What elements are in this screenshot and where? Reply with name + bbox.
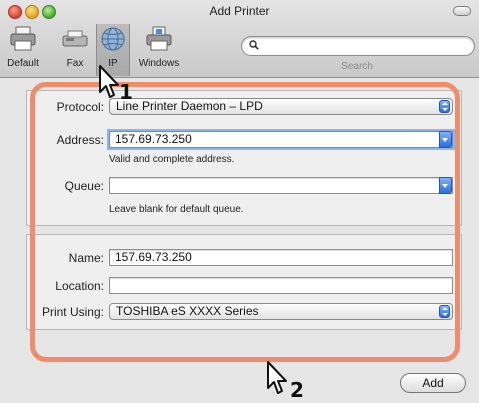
toolbar-windows[interactable]: Windows (134, 26, 184, 74)
toolbar-fax-label: Fax (66, 58, 84, 69)
search-caption: Search (341, 61, 373, 72)
queue-combo[interactable] (109, 177, 453, 194)
address-combo[interactable]: 157.69.73.250 (109, 131, 453, 148)
step-1-label: 1 (119, 80, 133, 104)
name-label: Name: (68, 251, 104, 265)
chevron-down-icon[interactable] (439, 177, 452, 194)
search-field[interactable] (241, 36, 475, 56)
default-printer-icon (9, 26, 37, 52)
protocol-popup[interactable]: Line Printer Daemon – LPD (109, 98, 453, 115)
print-using-popup[interactable]: TOSHIBA eS XXXX Series (109, 303, 453, 320)
name-field[interactable]: 157.69.73.250 (109, 249, 453, 266)
add-printer-window: Add Printer Default Fax IP Windows Searc… (0, 0, 479, 403)
toolbar-windows-label: Windows (138, 58, 180, 69)
address-label: Address: (56, 133, 104, 147)
popup-stepper-icon (439, 100, 450, 113)
fax-icon (61, 26, 89, 52)
print-using-label: Print Using: (41, 305, 104, 319)
print-using-value: TOSHIBA eS XXXX Series (116, 304, 259, 318)
toolbar-ip[interactable]: IP (96, 24, 130, 76)
windows-printer-icon (145, 26, 173, 52)
toolbar-toggle-button[interactable] (453, 6, 471, 16)
address-value: 157.69.73.250 (115, 132, 192, 146)
search-icon (249, 40, 259, 53)
name-value: 157.69.73.250 (115, 250, 192, 264)
toolbar-default-label: Default (7, 58, 39, 69)
protocol-label: Protocol: (56, 100, 104, 114)
add-button[interactable]: Add (400, 373, 466, 393)
chevron-down-icon[interactable] (439, 131, 452, 148)
ip-globe-icon (99, 26, 127, 52)
location-label: Location: (55, 279, 104, 293)
location-field[interactable] (109, 277, 453, 294)
window-title: Add Printer (209, 4, 270, 18)
title-toolbar: Add Printer Default Fax IP Windows Searc… (0, 0, 479, 78)
step-2-label: 2 (290, 378, 304, 402)
queue-label: Queue: (64, 179, 104, 193)
toolbar-fax[interactable]: Fax (58, 26, 92, 74)
popup-stepper-icon (439, 305, 450, 318)
toolbar-ip-label: IP (108, 58, 118, 69)
protocol-value: Line Printer Daemon – LPD (116, 99, 263, 113)
address-hint: Valid and complete address. (109, 154, 235, 165)
queue-hint: Leave blank for default queue. (109, 204, 244, 215)
toolbar-default[interactable]: Default (2, 26, 44, 74)
cursor-arrow-icon (267, 361, 287, 394)
